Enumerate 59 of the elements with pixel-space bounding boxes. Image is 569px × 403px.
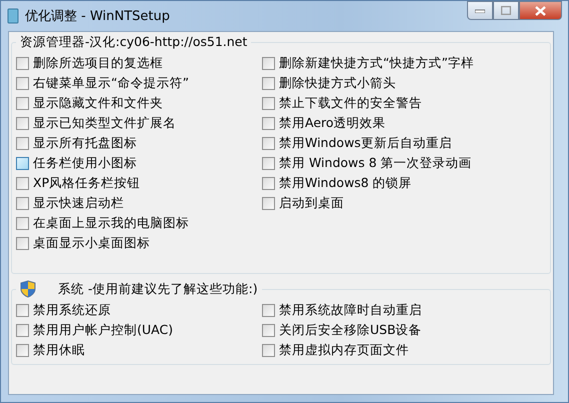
maximize-button[interactable] [493,1,519,20]
checkbox[interactable] [262,196,275,210]
option-label: 桌面显示小桌面图标 [33,234,150,252]
option-label: 删除快捷方式小箭头 [279,74,396,92]
checkbox[interactable] [262,116,275,130]
checkbox[interactable] [262,96,275,110]
checkbox[interactable] [16,344,29,356]
option-label: 禁用休眠 [33,342,85,358]
checkbox[interactable] [16,236,29,250]
checkbox[interactable] [16,116,29,130]
window-title: 优化调整 - WinNTSetup [25,8,171,25]
group-title: 资源管理器-汉化:cy06-http://os51.net [20,34,248,51]
option-label: 显示所有托盘图标 [33,134,137,152]
option-label: 在桌面上显示我的电脑图标 [33,214,189,232]
checkbox[interactable] [16,196,29,210]
checkbox[interactable] [262,136,275,150]
option-label: 启动到桌面 [279,194,344,212]
checkbox[interactable] [262,176,275,190]
checkbox[interactable] [262,56,275,70]
checkbox[interactable] [262,156,275,170]
checkbox[interactable] [16,136,29,150]
option-label: 显示已知类型文件扩展名 [33,114,176,132]
option-label: 删除新建快捷方式“快捷方式”字样 [279,54,474,72]
option-label: 禁用系统还原 [33,302,111,318]
checkbox[interactable] [262,76,275,90]
option-label: 禁用虚拟内存页面文件 [279,342,409,358]
checkbox[interactable] [16,216,29,230]
maximize-icon [501,6,511,15]
option-label: 禁用Windows8 的锁屏 [279,174,412,192]
checkbox[interactable] [16,156,29,170]
close-button[interactable] [519,1,562,20]
checkbox[interactable] [262,304,275,316]
option-label: 关闭后安全移除USB设备 [279,322,422,338]
option-label: 禁用用户帐户控制(UAC) [33,322,173,338]
option-label: XP风格任务栏按钮 [33,174,140,192]
checkbox[interactable] [16,96,29,110]
checkbox[interactable] [16,176,29,190]
option-label: 任务栏使用小图标 [33,154,137,172]
option-label: 禁止下载文件的安全警告 [279,94,422,112]
option-label: 禁用Windows更新后自动重启 [279,134,452,152]
option-label: 删除所选项目的复选框 [33,54,163,72]
option-label: 禁用Aero透明效果 [279,114,386,132]
option-label: 禁用系统故障时自动重启 [279,302,422,318]
minimize-icon [475,8,485,12]
option-label: 显示快速启动栏 [33,194,124,212]
checkbox[interactable] [16,324,29,336]
option-label: 禁用 Windows 8 第一次登录动画 [279,154,472,172]
shield-icon [20,280,36,298]
close-icon [535,6,546,16]
option-label: 右键菜单显示“命令提示符” [33,74,189,92]
option-label: 显示隐藏文件和文件夹 [33,94,163,112]
checkbox[interactable] [16,76,29,90]
minimize-button[interactable] [467,1,493,20]
checkbox[interactable] [16,304,29,316]
checkbox[interactable] [16,56,29,70]
checkbox[interactable] [262,324,275,336]
checkbox[interactable] [262,344,275,356]
group-title: 系统 -使用前建议先了解这些功能:) [58,280,258,298]
app-icon [7,8,19,24]
